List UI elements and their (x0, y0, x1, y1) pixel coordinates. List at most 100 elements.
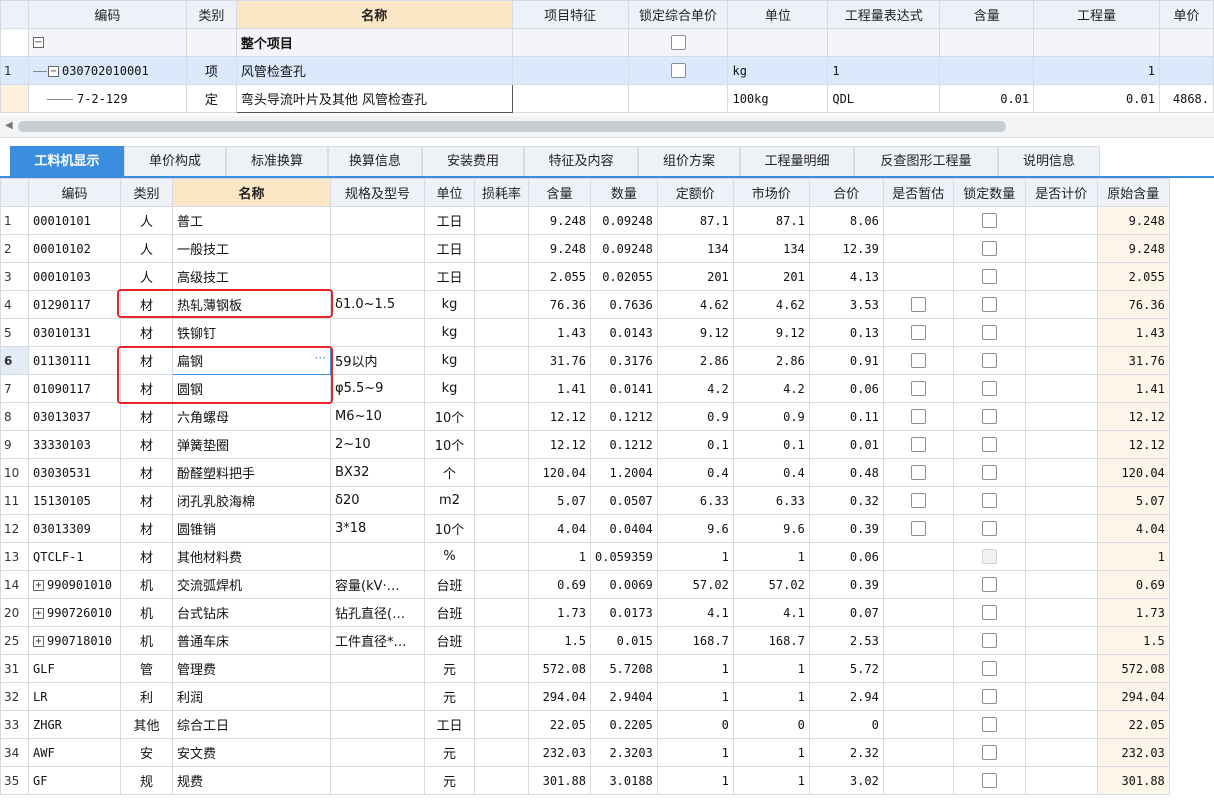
market-price-cell[interactable]: 2.86 (732, 346, 810, 375)
market-price-cell[interactable]: 9.6 (732, 514, 810, 543)
loss-cell[interactable] (474, 570, 529, 599)
table-row[interactable]: 1 00010101 人普工 工日 9.248 0.09248 87.1 87.1 8.06 9.… (0, 206, 1170, 235)
price-cell[interactable] (1158, 56, 1214, 85)
content-cell[interactable]: 1.5 (528, 626, 591, 655)
unit-cell[interactable]: 工日 (424, 262, 475, 291)
name-cell[interactable]: 圆钢 (172, 374, 331, 403)
header-spec[interactable]: 规格及型号 (330, 178, 425, 207)
qty-cell[interactable]: 2.3203 (590, 738, 658, 767)
loss-cell[interactable] (474, 290, 529, 319)
content-cell[interactable]: 4.04 (528, 514, 591, 543)
unit-cell[interactable]: 工日 (424, 234, 475, 263)
table-row[interactable]: 31 GLF 管管理费元 572.08 5.7208 1 1 5.72 572.08 (0, 654, 1170, 683)
header-estimate[interactable]: 是否暂估 (882, 178, 954, 207)
qty-cell[interactable]: 0.7636 (590, 290, 658, 319)
spec-cell[interactable]: 2~10 (330, 430, 425, 459)
table-row[interactable]: − 整个项目 (0, 28, 1214, 57)
unit-cell[interactable]: 台班 (424, 626, 475, 655)
unit-cell[interactable]: kg (424, 290, 475, 319)
market-price-cell[interactable]: 201 (732, 262, 810, 291)
name-cell[interactable]: 圆锥销 (172, 514, 331, 543)
lock-price-checkbox[interactable] (670, 35, 686, 50)
table-row[interactable]: 20 +990726010 机台式钻床 钻孔直径(… 台班 1.73 0.0173 4.1 4.… (0, 598, 1170, 627)
lock-qty-checkbox[interactable] (981, 465, 997, 480)
unit-cell[interactable]: 工日 (424, 710, 475, 739)
header-name[interactable]: 名称 (172, 178, 331, 207)
lock-qty-checkbox[interactable] (981, 605, 997, 620)
content-cell[interactable]: 76.36 (528, 290, 591, 319)
qty-cell[interactable]: 1 (1033, 56, 1160, 85)
qty-cell[interactable]: 2.9404 (590, 682, 658, 711)
name-cell[interactable]: 规费 (172, 766, 331, 795)
code-cell[interactable]: 00010101 (28, 206, 121, 235)
content-cell[interactable]: 120.04 (528, 458, 591, 487)
code-cell[interactable]: +990718010 (28, 626, 121, 655)
top-header-price[interactable]: 单价 (1158, 0, 1214, 29)
code-cell[interactable]: +990726010 (28, 598, 121, 627)
estimate-checkbox[interactable] (910, 521, 926, 536)
code-cell[interactable]: 01090117 (28, 374, 121, 403)
unit-cell[interactable]: 元 (424, 766, 475, 795)
table-row[interactable]: 7 01090117 材圆钢 φ5.5~9 kg 1.41 0.0141 4.2 4.2 0.06… (0, 374, 1170, 403)
qty-cell[interactable]: 0.0141 (590, 374, 658, 403)
qty-cell[interactable]: 1.2004 (590, 458, 658, 487)
market-price-cell[interactable]: 87.1 (732, 206, 810, 235)
spec-cell[interactable]: 容量(kV·… (330, 570, 425, 599)
table-row[interactable]: 1 −030702010001 项 风管检查孔 kg 1 1 (0, 56, 1214, 85)
qty-cell[interactable]: 0.09248 (590, 234, 658, 263)
table-row[interactable]: 2 00010102 人一般技工 工日 9.248 0.09248 134 134 12.39 9… (0, 234, 1170, 263)
spec-cell[interactable] (330, 654, 425, 683)
tab-labor-material-machine[interactable]: 工料机显示 (10, 146, 124, 176)
lock-qty-checkbox[interactable] (981, 633, 997, 648)
table-row[interactable]: 4 01290117 材热轧薄钢板 δ1.0~1.5 kg 76.36 0.7636 4.62… (0, 290, 1170, 319)
header-code[interactable]: 编码 (28, 178, 121, 207)
qty-cell[interactable]: 0.01 (1033, 84, 1160, 113)
top-header-expr[interactable]: 工程量表达式 (827, 0, 941, 29)
lock-qty-checkbox[interactable] (981, 493, 997, 508)
code-cell[interactable]: LR (28, 682, 121, 711)
loss-cell[interactable] (474, 206, 529, 235)
content-cell[interactable]: 1 (528, 542, 591, 571)
unit-cell[interactable]: 10个 (424, 430, 475, 459)
qty-cell[interactable]: 0.015 (590, 626, 658, 655)
spec-cell[interactable]: 钻孔直径(… (330, 598, 425, 627)
tab-unit-price[interactable]: 单价构成 (124, 146, 226, 176)
spec-cell[interactable] (330, 682, 425, 711)
loss-cell[interactable] (474, 262, 529, 291)
qty-cell[interactable]: 0.1212 (590, 430, 658, 459)
content-cell[interactable]: 12.12 (528, 430, 591, 459)
loss-cell[interactable] (474, 234, 529, 263)
estimate-checkbox[interactable] (910, 353, 926, 368)
estimate-checkbox[interactable] (910, 437, 926, 452)
qty-cell[interactable]: 0.09248 (590, 206, 658, 235)
name-cell[interactable]: 弹簧垫圈 (172, 430, 331, 459)
spec-cell[interactable]: 3*18 (330, 514, 425, 543)
loss-cell[interactable] (474, 486, 529, 515)
code-cell[interactable]: 01290117 (28, 290, 121, 319)
name-cell[interactable]: 酚醛塑料把手 (172, 458, 331, 487)
header-type[interactable]: 类别 (120, 178, 173, 207)
unit-cell[interactable]: 工日 (424, 206, 475, 235)
name-cell[interactable]: 铁铆钉 (172, 318, 331, 347)
spec-cell[interactable]: M6~10 (330, 402, 425, 431)
loss-cell[interactable] (474, 738, 529, 767)
name-cell[interactable]: 热轧薄钢板 (172, 290, 331, 319)
spec-cell[interactable] (330, 766, 425, 795)
unit-cell[interactable]: kg (727, 56, 829, 85)
unit-cell[interactable]: 台班 (424, 570, 475, 599)
tab-conversion-info[interactable]: 换算信息 (328, 146, 422, 176)
market-price-cell[interactable]: 4.62 (732, 290, 810, 319)
code-cell[interactable]: 03030531 (28, 458, 121, 487)
content-cell[interactable] (939, 56, 1035, 85)
loss-cell[interactable] (474, 654, 529, 683)
header-content[interactable]: 含量 (528, 178, 591, 207)
code-cell[interactable]: 01130111 (28, 346, 121, 375)
top-header-feature[interactable]: 项目特征 (511, 0, 629, 29)
unit-cell[interactable]: 10个 (424, 514, 475, 543)
more-options-icon[interactable]: ··· (315, 351, 326, 365)
estimate-checkbox[interactable] (910, 325, 926, 340)
code-cell[interactable]: QTCLF-1 (28, 542, 121, 571)
content-cell[interactable]: 0.01 (939, 84, 1035, 113)
table-row[interactable]: 33 ZHGR 其他 综合工日 工日 22.05 0.2205 0 0 0 22.05 (0, 710, 1170, 739)
table-row[interactable]: 34 AWF 安安文费元 232.03 2.3203 1 1 2.32 232.03 (0, 738, 1170, 767)
